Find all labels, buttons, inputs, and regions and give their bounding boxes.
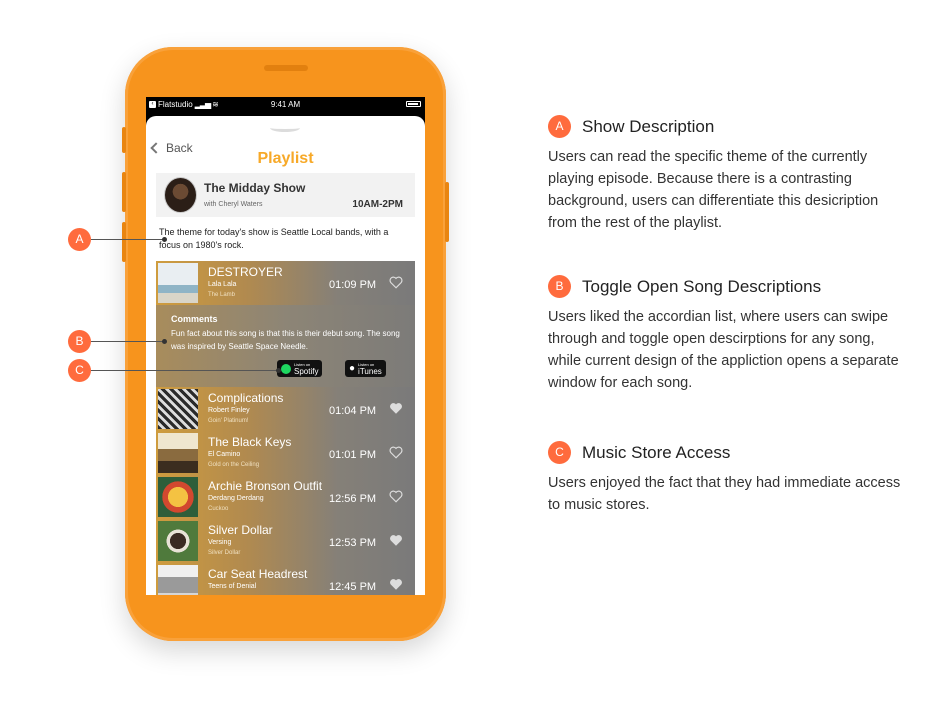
song-row[interactable]: DESTROYER Lala Lala The Lamb 01:09 PM	[156, 261, 415, 305]
heart-outline-icon[interactable]	[389, 446, 403, 459]
itunes-label: iTunes	[358, 366, 382, 376]
song-album: Silver Dollar	[208, 550, 241, 556]
spotify-label: Spotify	[294, 366, 319, 376]
spotify-button[interactable]: Listen on Spotify	[277, 360, 323, 377]
song-title: Silver Dollar	[208, 523, 273, 537]
heart-filled-icon[interactable]	[389, 534, 403, 547]
feature-c-title: Music Store Access	[582, 442, 731, 462]
feature-a-title: Show Description	[582, 116, 715, 136]
song-time: 01:09 PM	[329, 279, 377, 291]
show-description: The theme for today's show is Seattle Lo…	[159, 227, 389, 250]
song-title: Archie Bronson Outfit	[208, 479, 323, 493]
playlist-sheet: Back Playlist The Midday Show with Chery…	[146, 116, 425, 595]
album-art	[158, 389, 198, 429]
album-art	[158, 263, 198, 303]
callout-marker-b: B	[68, 330, 91, 353]
page-title: Playlist	[257, 150, 314, 167]
feature-b: B Toggle Open Song Descriptions Users li…	[548, 275, 908, 394]
song-row[interactable]: Silver Dollar Versing Silver Dollar 12:5…	[156, 519, 415, 563]
show-name: The Midday Show	[204, 181, 306, 195]
song-title: Complications	[208, 391, 284, 405]
song-row[interactable]: Archie Bronson Outfit Derdang Derdang Cu…	[156, 475, 415, 519]
song-row[interactable]: Car Seat Headrest Teens of Denial 12:45 …	[156, 563, 415, 595]
host-avatar	[164, 177, 197, 213]
song-album: The Lamb	[208, 292, 236, 298]
callout-dot-b	[162, 339, 167, 344]
song-time: 01:04 PM	[329, 405, 377, 417]
song-album: Goin' Platinum!	[208, 418, 249, 424]
song-title: DESTROYER	[208, 265, 283, 279]
song-time: 12:45 PM	[329, 581, 377, 593]
feature-b-text: Users liked the accordian list, where us…	[548, 309, 899, 391]
song-title: The Black Keys	[208, 435, 292, 449]
album-art	[158, 565, 198, 595]
callout-dot-c	[276, 368, 281, 373]
song-row[interactable]: Complications Robert Finley Goin' Platin…	[156, 387, 415, 431]
feature-a-badge: A	[548, 115, 571, 138]
feature-a: A Show Description Users can read the sp…	[548, 115, 908, 234]
feature-c-text: Users enjoyed the fact that they had imm…	[548, 475, 901, 513]
feature-b-title: Toggle Open Song Descriptions	[582, 276, 822, 296]
phone-mockup: ‹ Flatstudio ▂▃▅ ≋ 9:41 AM Back Playlist…	[122, 47, 449, 641]
song-time: 01:01 PM	[329, 449, 377, 461]
callout-dot-a	[162, 237, 167, 242]
feature-c-badge: C	[548, 441, 571, 464]
song-artist: Derdang Derdang	[208, 495, 264, 502]
song-artist: Robert Finley	[208, 407, 250, 414]
song-list: DESTROYER Lala Lala The Lamb 01:09 PM Co…	[156, 261, 415, 595]
feature-a-text: Users can read the specific theme of the…	[548, 149, 879, 231]
callout-connector-c	[91, 370, 277, 371]
song-time: 12:53 PM	[329, 537, 377, 549]
show-time: 10AM-2PM	[352, 199, 403, 210]
heart-outline-icon[interactable]	[389, 276, 403, 289]
song-artist: El Camino	[208, 451, 241, 458]
show-host: with Cheryl Waters	[204, 201, 263, 208]
album-art	[158, 477, 198, 517]
album-art	[158, 433, 198, 473]
callout-marker-c: C	[68, 359, 91, 382]
callout-connector-b	[91, 341, 163, 342]
heart-filled-icon[interactable]	[389, 578, 403, 591]
song-artist: Lala Lala	[208, 281, 237, 288]
album-art	[158, 521, 198, 561]
song-time: 12:56 PM	[329, 493, 377, 505]
status-bar: ‹ Flatstudio ▂▃▅ ≋ 9:41 AM	[146, 97, 425, 112]
callout-marker-a: A	[68, 228, 91, 251]
phone-mute-switch	[122, 127, 126, 153]
callout-connector-a	[91, 239, 163, 240]
itunes-button[interactable]: ● Listen on iTunes	[345, 360, 386, 377]
heart-outline-icon[interactable]	[389, 490, 403, 503]
song-expanded-panel: Comments Fun fact about this song is tha…	[156, 305, 415, 387]
show-card: The Midday Show with Cheryl Waters 10AM-…	[156, 173, 415, 217]
song-artist: Versing	[208, 539, 232, 546]
battery-icon	[406, 101, 421, 107]
status-time: 9:41 AM	[270, 100, 301, 109]
song-title: Car Seat Headrest	[208, 567, 308, 581]
song-album: Cuckoo	[208, 506, 229, 512]
presentation-slide: ‹ Flatstudio ▂▃▅ ≋ 9:41 AM Back Playlist…	[0, 0, 936, 701]
comments-text: Fun fact about this song is that this is…	[171, 329, 400, 351]
apple-icon: ●	[349, 363, 356, 374]
phone-volume-up	[122, 172, 126, 212]
sheet-handle[interactable]	[270, 124, 300, 132]
phone-power-button	[445, 182, 449, 242]
comments-heading: Comments	[171, 314, 218, 324]
song-row[interactable]: The Black Keys El Camino Gold on the Cei…	[156, 431, 415, 475]
heart-filled-icon[interactable]	[389, 402, 403, 415]
song-artist: Teens of Denial	[208, 583, 257, 590]
spotify-icon	[281, 363, 291, 374]
feature-c: C Music Store Access Users enjoyed the f…	[548, 441, 908, 516]
phone-speaker	[264, 65, 308, 71]
phone-screen: ‹ Flatstudio ▂▃▅ ≋ 9:41 AM Back Playlist…	[146, 97, 425, 595]
song-album: Gold on the Ceiling	[208, 462, 260, 468]
feature-b-badge: B	[548, 275, 571, 298]
phone-volume-down	[122, 222, 126, 262]
